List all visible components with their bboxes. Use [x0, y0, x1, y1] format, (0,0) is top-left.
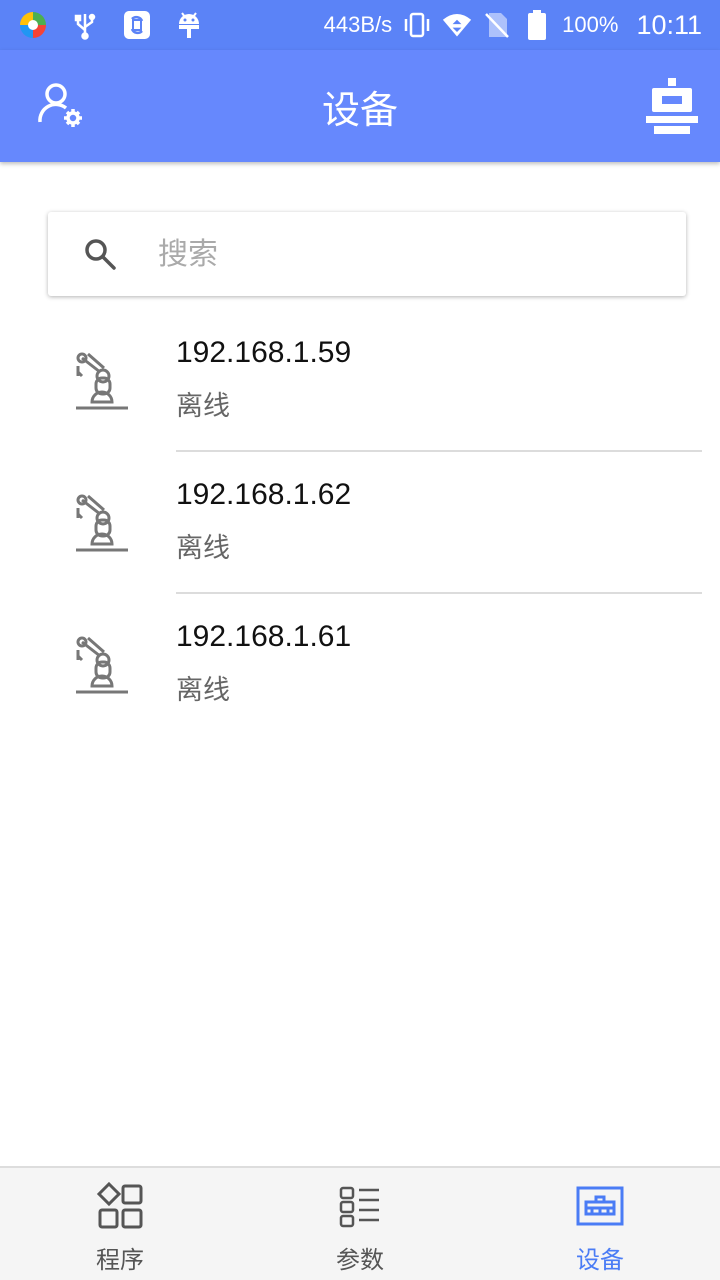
device-terminal-button[interactable]	[646, 78, 698, 134]
usb-icon	[70, 10, 100, 40]
device-icon	[576, 1186, 624, 1226]
device-ip: 192.168.1.59	[176, 336, 352, 369]
nav-item-program[interactable]: 程序	[0, 1168, 240, 1280]
device-status: 离线	[176, 675, 230, 706]
no-sim-icon	[482, 10, 512, 40]
device-status: 离线	[176, 533, 230, 564]
params-list-icon	[339, 1186, 379, 1228]
search-bar[interactable]	[48, 212, 686, 296]
nav-item-params[interactable]: 参数	[240, 1168, 480, 1280]
page-title: 设备	[321, 87, 398, 132]
nav-label: 参数	[336, 1246, 384, 1274]
bottom-nav: 程序 参数 设备	[0, 1166, 720, 1280]
list-item[interactable]: 192.168.1.59 离线	[0, 310, 720, 452]
sync-icon	[122, 10, 152, 40]
wifi-icon	[442, 10, 472, 40]
list-item[interactable]: 192.168.1.62 离线	[0, 452, 720, 594]
network-speed: 443B/s	[323, 12, 393, 37]
nav-label: 程序	[96, 1246, 144, 1274]
search-icon	[85, 239, 116, 270]
nav-label: 设备	[576, 1246, 624, 1274]
device-ip: 192.168.1.62	[176, 478, 352, 511]
battery-icon	[522, 10, 552, 40]
device-list: 192.168.1.59 离线 192.168.1.62 离线 192.168.…	[0, 310, 720, 736]
battery-level: 100%	[562, 12, 619, 37]
device-status: 离线	[176, 391, 230, 422]
robot-arm-icon	[76, 636, 128, 694]
search-input[interactable]	[158, 230, 658, 278]
nav-item-device[interactable]: 设备	[480, 1168, 720, 1280]
colorful-app-icon	[18, 10, 48, 40]
robot-arm-icon	[76, 494, 128, 552]
user-settings-button[interactable]	[36, 80, 92, 136]
android-icon	[174, 10, 204, 40]
vibrate-icon	[402, 10, 432, 40]
app-bar: 设备	[0, 50, 720, 162]
device-ip: 192.168.1.61	[176, 620, 352, 653]
clock: 10:11	[636, 9, 702, 40]
user-settings-icon	[38, 83, 82, 127]
status-bar: 443B/s 100% 10:11	[0, 0, 720, 50]
list-item[interactable]: 192.168.1.61 离线	[0, 594, 720, 736]
program-grid-icon	[96, 1182, 143, 1229]
device-terminal-icon	[646, 78, 698, 134]
robot-arm-icon	[76, 352, 128, 410]
